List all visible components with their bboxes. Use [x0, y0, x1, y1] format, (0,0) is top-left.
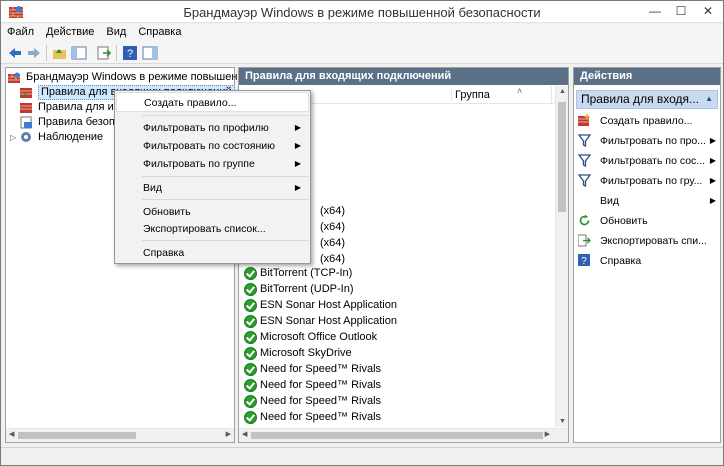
submenu-arrow-icon: ▶ — [294, 123, 301, 132]
submenu-arrow-icon: ▶ — [709, 156, 716, 165]
filter-icon — [578, 154, 591, 167]
rules-horizontal-scrollbar[interactable]: ◀ ▶ — [239, 428, 568, 442]
menu-action[interactable]: Действие — [40, 24, 100, 38]
rules-vertical-scrollbar[interactable]: ▲ ▼ — [555, 86, 568, 427]
submenu-arrow-icon: ▶ — [294, 141, 301, 150]
window-title: Брандмауэр Windows в режиме повышенной б… — [183, 5, 541, 20]
menu-separator — [142, 199, 309, 200]
export-icon — [578, 234, 591, 247]
action-export-list[interactable]: Экспортировать спи... — [576, 232, 718, 250]
enabled-check-icon — [244, 299, 257, 312]
actions-subheader[interactable]: Правила для входя... ▲ — [576, 90, 718, 109]
help-icon: ? — [578, 254, 590, 267]
enabled-check-icon — [244, 331, 257, 344]
menu-separator — [142, 176, 309, 177]
close-button[interactable]: ✕ — [694, 1, 722, 22]
action-refresh[interactable]: Обновить — [576, 212, 718, 230]
actions-pane: Действия Правила для входя... ▲ Создать … — [573, 67, 721, 443]
context-item-export-list[interactable]: Экспортировать список... — [116, 219, 309, 239]
submenu-arrow-icon: ▶ — [294, 159, 301, 168]
expand-arrow-icon[interactable]: ▷ — [10, 130, 16, 145]
export-list-icon[interactable] — [96, 45, 112, 61]
collapse-arrow-icon[interactable]: ▲ — [705, 94, 713, 103]
enabled-check-icon — [244, 379, 257, 392]
menu-help[interactable]: Справка — [132, 24, 187, 38]
submenu-arrow-icon: ▶ — [709, 136, 716, 145]
actions-header: Действия — [574, 68, 720, 85]
show-hide-actions-icon[interactable] — [142, 45, 158, 61]
forward-arrow-icon[interactable] — [26, 45, 42, 61]
submenu-arrow-icon: ▶ — [709, 176, 716, 185]
context-menu: Создать правило... Фильтровать по профил… — [114, 90, 311, 264]
inbound-rules-icon — [20, 88, 32, 98]
context-item-filter-profile[interactable]: Фильтровать по профилю ▶ — [116, 118, 309, 138]
context-item-view[interactable]: Вид ▶ — [116, 178, 309, 198]
enabled-check-icon — [244, 315, 257, 328]
menu-bar: Файл Действие Вид Справка — [1, 24, 723, 42]
back-arrow-icon[interactable] — [7, 45, 23, 61]
action-help[interactable]: ? Справка — [576, 252, 718, 270]
svg-text:?: ? — [127, 48, 133, 60]
show-hide-tree-icon[interactable] — [71, 45, 87, 61]
enabled-check-icon — [244, 395, 257, 408]
menu-view[interactable]: Вид — [100, 24, 132, 38]
toolbar: ? — [1, 42, 723, 64]
firewall-window: Брандмауэр Windows в режиме повышенной б… — [0, 0, 724, 466]
enabled-check-icon — [244, 363, 257, 376]
refresh-icon — [579, 214, 590, 226]
help-icon[interactable]: ? — [122, 45, 138, 61]
action-filter-group[interactable]: Фильтровать по гру... ▶ — [576, 172, 718, 190]
minimize-button[interactable]: — — [641, 1, 669, 22]
filter-icon — [578, 174, 591, 187]
outbound-rules-icon — [20, 103, 32, 113]
context-item-new-rule[interactable]: Создать правило... — [116, 92, 309, 112]
rules-pane-header: Правила для входящих подключений — [239, 68, 568, 85]
action-new-rule[interactable]: Создать правило... — [576, 112, 718, 130]
filter-icon — [578, 134, 591, 147]
tree-horizontal-scrollbar[interactable]: ◀ ▶ — [6, 428, 234, 442]
action-filter-profile[interactable]: Фильтровать по про... ▶ — [576, 132, 718, 150]
enabled-check-icon — [244, 411, 257, 424]
menu-separator — [142, 115, 309, 116]
context-item-filter-state[interactable]: Фильтровать по состоянию ▶ — [116, 136, 309, 156]
submenu-arrow-icon: ▶ — [294, 183, 301, 192]
up-folder-icon[interactable] — [52, 45, 68, 61]
enabled-check-icon — [244, 347, 257, 360]
new-rule-icon — [578, 114, 590, 126]
action-filter-state[interactable]: Фильтровать по сос... ▶ — [576, 152, 718, 170]
menu-separator — [142, 240, 309, 241]
maximize-button[interactable]: ☐ — [667, 1, 695, 22]
sort-arrow-icon: ˄ — [517, 86, 523, 96]
enabled-check-icon — [244, 267, 257, 280]
context-item-help[interactable]: Справка — [116, 243, 309, 263]
monitoring-icon — [21, 132, 31, 142]
enabled-check-icon — [244, 283, 257, 296]
column-group-header[interactable]: Группа — [451, 89, 490, 101]
status-bar — [1, 447, 723, 465]
title-bar: Брандмауэр Windows в режиме повышенной б… — [1, 1, 723, 23]
submenu-arrow-icon: ▶ — [709, 196, 716, 205]
action-view[interactable]: Вид ▶ — [576, 192, 718, 210]
security-rules-icon — [20, 116, 32, 129]
svg-text:?: ? — [581, 256, 587, 267]
menu-file[interactable]: Файл — [1, 24, 40, 38]
firewall-icon — [8, 72, 20, 83]
context-item-filter-group[interactable]: Фильтровать по группе ▶ — [116, 154, 309, 174]
